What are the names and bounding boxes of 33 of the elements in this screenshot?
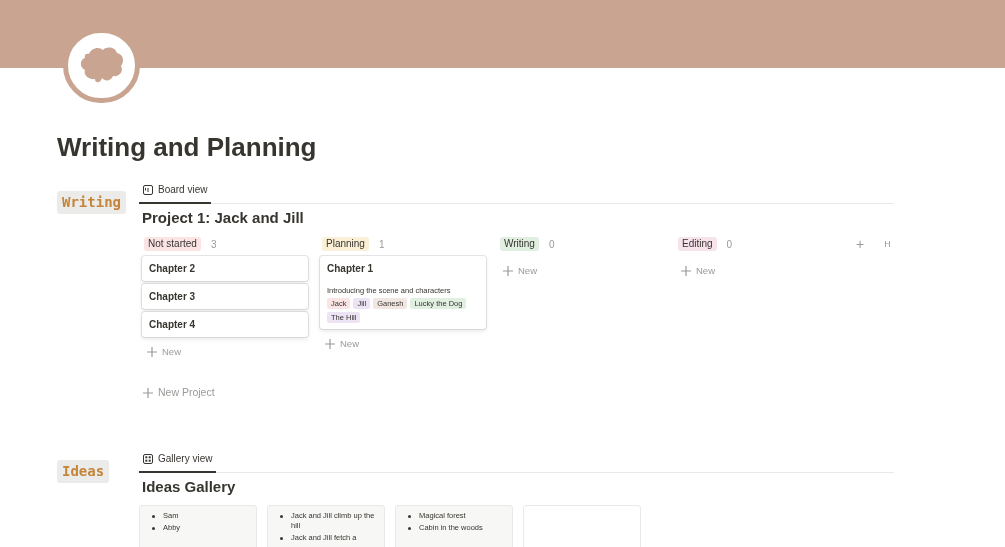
board-card[interactable]: Chapter 4 — [142, 312, 308, 337]
board-icon — [143, 184, 153, 195]
bullet-icon — [408, 527, 411, 530]
page-title: Writing and Planning — [57, 131, 318, 164]
section-label: Writing — [57, 191, 126, 214]
board-card[interactable]: Chapter 2 — [142, 256, 308, 281]
gallery-card[interactable] — [523, 505, 641, 547]
board-title: Project 1: Jack and Jill — [142, 208, 305, 228]
plus-icon — [147, 347, 157, 358]
hidden-column-label: H — [884, 238, 891, 251]
bullet-icon — [152, 527, 155, 530]
board-card[interactable]: Chapter 3 — [142, 284, 308, 309]
view-tab[interactable]: Gallery view — [139, 451, 217, 473]
bullet-icon — [152, 515, 155, 518]
bullet-icon — [408, 515, 411, 518]
plus-icon — [681, 266, 691, 277]
grid-icon — [143, 453, 153, 464]
count-label: 0 — [548, 237, 555, 252]
plus-icon — [143, 388, 153, 399]
bullet-icon — [280, 515, 283, 518]
plus-icon — [503, 266, 513, 277]
status-label: Writing — [500, 237, 539, 251]
view-tab[interactable]: Board view — [139, 182, 212, 204]
plus-icon — [325, 339, 335, 350]
status-label: Planning — [322, 237, 369, 251]
count-label: 3 — [210, 237, 217, 252]
gallery-title: Ideas Gallery — [142, 477, 237, 497]
count-label: 0 — [726, 237, 733, 252]
count-label: 1 — [378, 237, 385, 252]
status-label: Editing — [678, 237, 717, 251]
status-label: Not started — [144, 237, 201, 251]
bullet-icon — [280, 537, 283, 540]
section-label: Ideas — [57, 460, 110, 483]
